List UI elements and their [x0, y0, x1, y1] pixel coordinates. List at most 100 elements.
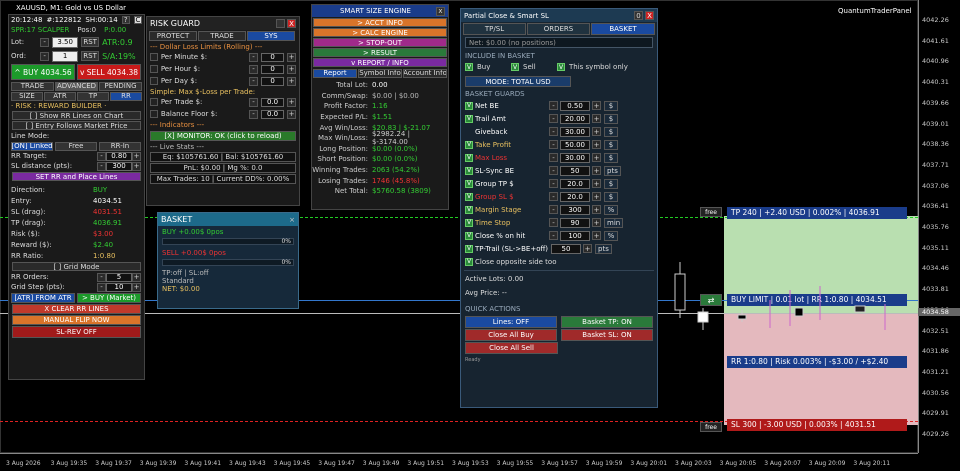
guard-input[interactable]: 30.00 [560, 126, 590, 137]
checkbox-sell[interactable]: V [511, 63, 519, 71]
basket-sl-toggle[interactable]: Basket SL: ON [561, 328, 653, 341]
plus-button[interactable]: + [592, 231, 601, 240]
guard-checkbox[interactable]: V [465, 179, 473, 188]
plus-button[interactable]: + [592, 192, 601, 201]
help-button[interactable]: ? [121, 16, 130, 24]
tab-report[interactable]: Report [313, 68, 357, 78]
smart-menu-item[interactable]: > STOP-OUT [313, 38, 447, 47]
guard-input[interactable]: 30.00 [560, 152, 590, 163]
close-all-buy[interactable]: Close All Buy [465, 328, 557, 341]
limit-input[interactable]: 0 [260, 76, 285, 86]
minimize-icon[interactable]: _ [276, 19, 285, 28]
close-icon[interactable]: X [645, 11, 654, 20]
ord-minus[interactable]: - [40, 51, 50, 61]
tab-orders[interactable]: ORDERS [527, 22, 590, 35]
minus-button[interactable]: - [249, 52, 258, 62]
checkbox-buy[interactable]: V [465, 63, 473, 71]
minus-button[interactable]: - [549, 127, 558, 136]
plus-button[interactable]: + [592, 140, 601, 149]
limit-checkbox[interactable] [150, 98, 158, 106]
close-icon[interactable]: × [289, 216, 295, 224]
rr-target-plus[interactable]: + [132, 151, 141, 161]
entry-follows[interactable]: [ ] Entry Follows Market Price [12, 121, 141, 130]
limit-input[interactable]: 0 [260, 52, 285, 62]
ord-input[interactable]: 1 [52, 50, 79, 62]
guard-checkbox[interactable]: V [465, 231, 473, 240]
guard-checkbox[interactable]: V [465, 166, 473, 175]
sl-label[interactable]: SL 300 | -3.00 USD | 0.003% | 4031.51 [727, 419, 907, 431]
grid-step-plus[interactable]: + [132, 282, 141, 292]
tab-trade[interactable]: TRADE [198, 31, 246, 41]
guard-input[interactable]: 50.00 [560, 139, 590, 150]
guard-input[interactable]: 20.0 [560, 191, 590, 202]
limit-input[interactable]: 0.0 [260, 97, 285, 107]
plus-button[interactable]: + [592, 166, 601, 175]
plus-button[interactable]: + [592, 114, 601, 123]
close-icon[interactable]: X [287, 19, 296, 28]
tab-advanced[interactable]: ADVANCED [55, 81, 98, 91]
smart-menu-item[interactable]: v REPORT / INFO [313, 58, 447, 67]
checkbox-close-opposite[interactable]: V [465, 257, 473, 266]
mode-rr-in[interactable]: RR-In [99, 141, 141, 151]
guard-input[interactable]: 20.00 [560, 113, 590, 124]
lot-reset-button[interactable]: RST [81, 37, 100, 47]
mode-linked[interactable]: [ON] Linked [11, 141, 53, 151]
tp-label[interactable]: TP 240 | +2.40 USD | 0.002% | 4036.91 [727, 207, 907, 219]
limit-checkbox[interactable] [150, 77, 158, 85]
grid-mode-toggle[interactable]: [ ] Grid Mode [12, 262, 141, 271]
tab-rr[interactable]: RR [110, 91, 142, 101]
limit-input[interactable]: 0 [260, 64, 285, 74]
guard-unit[interactable]: pts [604, 165, 621, 176]
tab-account-info[interactable]: Account Info [403, 68, 447, 78]
rr-target-input[interactable]: 0.80 [106, 151, 132, 161]
limit-checkbox[interactable] [150, 65, 158, 73]
grid-step-input[interactable]: 10 [106, 282, 132, 292]
guard-input[interactable]: 0.50 [560, 100, 590, 111]
limit-checkbox[interactable] [150, 110, 158, 118]
minus-button[interactable]: - [549, 166, 558, 175]
tab-trade[interactable]: TRADE [11, 81, 54, 91]
tab-basket[interactable]: BASKET [591, 22, 655, 35]
plus-button[interactable]: + [287, 97, 296, 107]
minus-button[interactable]: - [549, 218, 558, 227]
tp-free-button[interactable]: free [700, 207, 722, 217]
tab-symbol-info[interactable]: Symbol Info [358, 68, 402, 78]
minus-button[interactable]: - [549, 101, 558, 110]
close-all-sell[interactable]: Close All Sell [465, 341, 558, 354]
clear-rr-button[interactable]: X CLEAR RR LINES [12, 304, 141, 314]
smart-menu-item[interactable]: > ACCT INFO [313, 18, 447, 27]
minus-button[interactable]: - [549, 179, 558, 188]
guard-checkbox[interactable]: V [465, 205, 473, 214]
checkbox-symbol[interactable]: V [557, 63, 565, 71]
plus-button[interactable]: + [583, 244, 592, 253]
tab-size[interactable]: SIZE [11, 91, 43, 101]
atr-from-button[interactable]: [ATR] FROM ATR [11, 292, 75, 303]
minus-button[interactable]: - [549, 114, 558, 123]
plus-button[interactable]: + [592, 205, 601, 214]
minus-button[interactable]: - [549, 153, 558, 162]
plus-button[interactable]: + [592, 153, 601, 162]
guard-input[interactable]: 300 [560, 204, 590, 215]
plus-button[interactable]: + [592, 179, 601, 188]
guard-checkbox[interactable]: V [465, 244, 473, 253]
sell-button[interactable]: v SELL 4034.38 [77, 64, 141, 80]
sl-free-button[interactable]: free [700, 422, 722, 432]
limit-input[interactable]: 0.0 [260, 109, 285, 119]
plus-button[interactable]: + [592, 218, 601, 227]
buy-market-button[interactable]: > BUY (Market) [77, 292, 141, 303]
rr-orders-minus[interactable]: - [97, 272, 106, 282]
monitor-button[interactable]: [X] MONITOR: OK (click to reload) [150, 131, 296, 141]
minus-button[interactable]: - [549, 205, 558, 214]
basket-tp-toggle[interactable]: Basket TP: ON [561, 315, 653, 328]
minimize-icon[interactable]: 0 [634, 11, 643, 20]
tab-atr[interactable]: ATR [44, 91, 76, 101]
tab-tp[interactable]: TP [77, 91, 109, 101]
mode-button[interactable]: MODE: TOTAL USD [465, 76, 571, 87]
lot-minus[interactable]: - [40, 37, 50, 47]
rr-orders-input[interactable]: 5 [106, 272, 132, 282]
guard-input[interactable]: 100 [560, 230, 590, 241]
tab-tpsl[interactable]: TP/SL [463, 22, 526, 35]
guard-unit[interactable]: $ [604, 126, 618, 137]
smart-menu-item[interactable]: > RESULT [313, 48, 447, 57]
plus-button[interactable]: + [592, 127, 601, 136]
